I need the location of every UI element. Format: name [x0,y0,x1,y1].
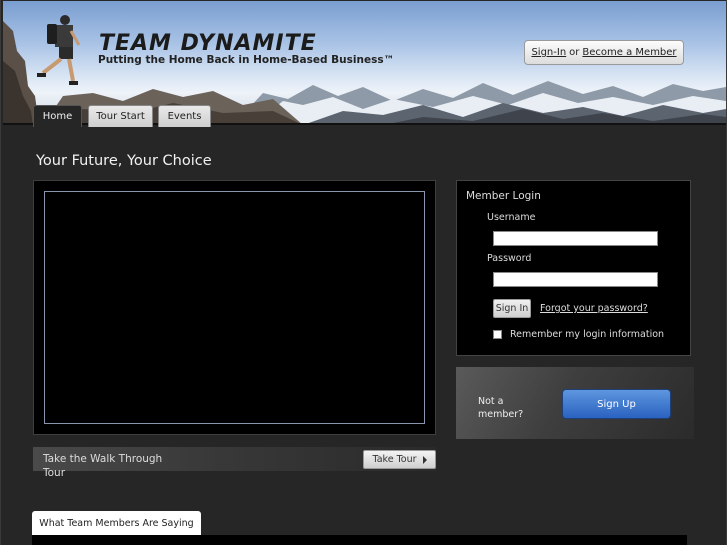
password-label: Password [487,253,532,264]
signin-button[interactable]: Sign In [493,299,531,318]
become-member-link[interactable]: Become a Member [582,47,676,58]
take-tour-button[interactable]: Take Tour [363,450,436,469]
username-input[interactable] [493,231,658,246]
testimonials-panel [32,535,687,545]
take-tour-label: Take Tour [372,454,417,465]
page: TEAM DYNAMITE Putting the Home Back in H… [0,0,727,545]
play-arrow-icon [422,455,427,464]
forgot-password-link[interactable]: Forgot your password? [540,303,648,314]
testimonials-tab[interactable]: What Team Members Are Saying [32,511,201,535]
tour-text: Take the Walk Through Tour [43,453,163,479]
remember-label: Remember my login information [510,329,665,340]
tab-tour-start[interactable]: Tour Start [88,105,153,127]
site-logo[interactable]: TEAM DYNAMITE [99,31,317,56]
remember-checkbox[interactable] [493,330,502,339]
tab-events[interactable]: Events [158,105,211,127]
tab-home[interactable]: Home [33,105,82,127]
video-container [33,180,436,435]
username-label: Username [487,212,536,223]
account-links: Sign-In or Become a Member [524,40,684,65]
password-input[interactable] [493,272,658,287]
or-text: or [569,47,580,58]
not-member-text: Not a member? [478,396,524,420]
video-player[interactable] [44,191,425,424]
signin-link[interactable]: Sign-In [531,47,566,58]
page-title: Your Future, Your Choice [36,153,212,169]
login-title: Member Login [466,190,541,202]
site-tagline: Putting the Home Back in Home-Based Busi… [98,54,395,66]
signup-button[interactable]: Sign Up [562,389,671,419]
